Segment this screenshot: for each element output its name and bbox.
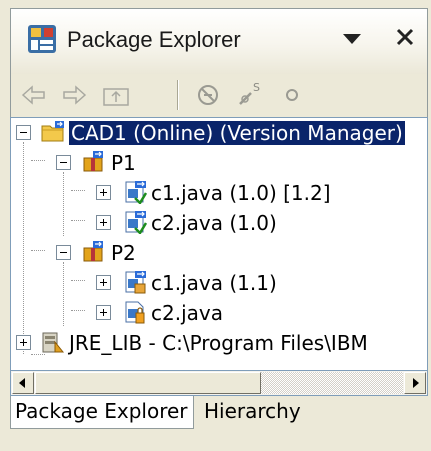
expand-toggle[interactable] [16, 335, 31, 350]
close-view-button[interactable] [393, 25, 417, 49]
tree-item-label: c1.java (1.1) [151, 271, 277, 295]
view-menu-button[interactable] [341, 31, 363, 47]
back-arrow-icon[interactable] [19, 80, 49, 110]
expand-toggle[interactable] [96, 185, 111, 200]
triangle-right-icon [413, 378, 419, 388]
tree-item-jre-lib[interactable]: JRE_LIB - C:\Program Files\IBM [11, 328, 427, 358]
collapse-toggle[interactable] [56, 245, 71, 260]
expand-toggle[interactable] [96, 275, 111, 290]
collapse-toggle[interactable] [16, 125, 31, 140]
tree-item-p1[interactable]: P1 [11, 148, 427, 178]
package-icon [83, 241, 103, 262]
up-folder-icon[interactable] [101, 80, 131, 110]
view-title-bar: Package Explorer [10, 8, 428, 74]
project-folder-icon [41, 121, 64, 142]
package-tree: CAD1 (Online) (Version Manager) P1 c1.ja… [10, 117, 428, 371]
collapse-all-icon[interactable] [193, 80, 223, 110]
tree-item-label: c1.java (1.0) [1.2] [151, 181, 331, 205]
tree-item-cad1[interactable]: CAD1 (Online) (Version Manager) [11, 118, 427, 148]
tree-item-p2-c2[interactable]: c2.java [11, 298, 427, 328]
svg-text:S: S [253, 81, 260, 94]
scroll-left-button[interactable] [12, 372, 34, 394]
tab-package-explorer[interactable]: Package Explorer [10, 396, 194, 429]
expand-toggle[interactable] [96, 305, 111, 320]
package-icon [83, 151, 103, 172]
tree-item-p1-c2[interactable]: c2.java (1.0) [11, 208, 427, 238]
horizontal-scrollbar[interactable] [10, 371, 428, 396]
toolbar-separator [177, 80, 179, 110]
triangle-left-icon [19, 378, 25, 388]
forward-arrow-icon[interactable] [59, 80, 89, 110]
tree-item-p2-c1[interactable]: c1.java (1.1) [11, 268, 427, 298]
package-explorer-view: Package Explorer S CAD1 (Online) (Versio… [0, 0, 431, 451]
expand-toggle[interactable] [96, 215, 111, 230]
package-explorer-icon [28, 25, 56, 53]
java-file-checked-in-icon [125, 211, 147, 234]
collapse-toggle[interactable] [56, 155, 71, 170]
tree-item-label: CAD1 (Online) (Version Manager) [68, 120, 406, 146]
java-file-checked-in-icon [125, 181, 147, 204]
library-jar-icon [42, 332, 65, 353]
view-title: Package Explorer [67, 27, 241, 52]
scrollbar-track[interactable] [261, 372, 403, 394]
tree-item-p2[interactable]: P2 [11, 238, 427, 268]
java-file-versioned-icon [125, 271, 146, 294]
view-toolbar: S [10, 74, 428, 117]
tab-hierarchy[interactable]: Hierarchy [200, 396, 330, 429]
link-with-editor-icon[interactable]: S [235, 80, 265, 110]
view-tab-strip: Package Explorer Hierarchy [10, 396, 428, 451]
scrollbar-thumb[interactable] [35, 372, 261, 394]
tree-item-label: c2.java [151, 301, 223, 325]
tree-item-label: P1 [111, 151, 136, 175]
java-file-locked-icon [125, 301, 145, 324]
filter-circle-icon[interactable] [277, 80, 307, 110]
tree-item-p1-c1[interactable]: c1.java (1.0) [1.2] [11, 178, 427, 208]
tree-item-label: c2.java (1.0) [151, 211, 277, 235]
tree-item-label: P2 [111, 241, 136, 265]
scroll-right-button[interactable] [404, 372, 426, 394]
tree-item-label: JRE_LIB - C:\Program Files\IBM [69, 331, 368, 355]
